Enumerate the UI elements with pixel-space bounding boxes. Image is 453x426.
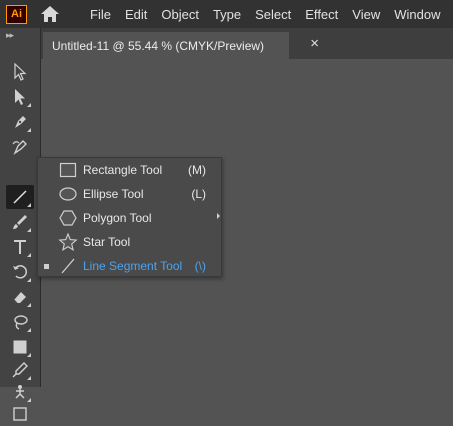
scale-tool-icon[interactable] — [6, 402, 34, 426]
ellipse-icon — [59, 187, 77, 201]
menu-file[interactable]: File — [90, 7, 111, 22]
shape-tools-flyout: Rectangle Tool (M) Ellipse Tool (L) Poly… — [37, 157, 222, 277]
flyout-item-rectangle[interactable]: Rectangle Tool (M) — [38, 158, 214, 182]
panel-collapse-icon[interactable]: ▸▸ — [6, 30, 14, 41]
menu-object[interactable]: Object — [161, 7, 199, 22]
current-tool-indicator — [44, 264, 49, 269]
line-segment-tool-icon[interactable] — [6, 185, 34, 209]
type-tool-icon[interactable] — [6, 235, 34, 259]
flyout-item-polygon[interactable]: Polygon Tool — [38, 206, 214, 230]
flyout-item-star[interactable]: Star Tool — [38, 230, 214, 254]
paintbrush-tool-icon[interactable] — [6, 210, 34, 234]
puppet-warp-tool-icon[interactable] — [6, 380, 34, 404]
gradient-tool-icon[interactable] — [6, 335, 34, 359]
menu-window[interactable]: Window — [394, 7, 440, 22]
selection-tool-icon[interactable] — [6, 60, 34, 84]
flyout-item-label: Line Segment Tool — [83, 259, 183, 273]
document-tab[interactable]: Untitled-11 @ 55.44 % (CMYK/Preview) × — [43, 32, 319, 59]
tools-panel: ▸▸ — [0, 28, 41, 421]
menu-effect[interactable]: Effect — [305, 7, 338, 22]
home-icon[interactable] — [40, 5, 60, 23]
eyedropper-tool-icon[interactable] — [6, 358, 34, 382]
pen-tool-icon[interactable] — [6, 110, 34, 134]
menu-items: File Edit Object Type Select Effect View… — [90, 0, 453, 28]
rotate-tool-icon[interactable] — [6, 260, 34, 284]
line-segment-icon — [61, 258, 75, 274]
flyout-item-shortcut: (\) — [194, 259, 206, 273]
flyout-item-shortcut: (M) — [188, 163, 206, 177]
document-tab-title: Untitled-11 @ 55.44 % (CMYK/Preview) — [52, 38, 265, 53]
eraser-tool-icon[interactable] — [6, 285, 34, 309]
document-tab-bar: Untitled-11 @ 55.44 % (CMYK/Preview) × — [41, 28, 453, 59]
menu-edit[interactable]: Edit — [125, 7, 147, 22]
menu-bar: Ai File Edit Object Type Select Effect V… — [0, 0, 453, 28]
close-icon[interactable]: × — [310, 35, 319, 52]
rectangle-icon — [59, 162, 77, 178]
star-icon — [58, 233, 78, 251]
lasso-tool-icon[interactable] — [6, 310, 34, 334]
tearoff-arrow-icon[interactable] — [217, 213, 220, 219]
app-logo[interactable]: Ai — [6, 5, 27, 24]
flyout-item-label: Ellipse Tool — [83, 187, 144, 201]
polygon-icon — [59, 210, 77, 226]
flyout-item-label: Star Tool — [83, 235, 131, 249]
curvature-tool-icon[interactable] — [6, 135, 34, 159]
menu-view[interactable]: View — [352, 7, 380, 22]
flyout-item-ellipse[interactable]: Ellipse Tool (L) — [38, 182, 214, 206]
flyout-item-label: Polygon Tool — [83, 211, 152, 225]
flyout-item-label: Rectangle Tool — [83, 163, 163, 177]
menu-select[interactable]: Select — [255, 7, 291, 22]
direct-selection-tool-icon[interactable] — [6, 85, 34, 109]
menu-type[interactable]: Type — [213, 7, 241, 22]
flyout-item-line-segment[interactable]: Line Segment Tool (\) — [38, 254, 214, 278]
flyout-item-shortcut: (L) — [191, 187, 206, 201]
